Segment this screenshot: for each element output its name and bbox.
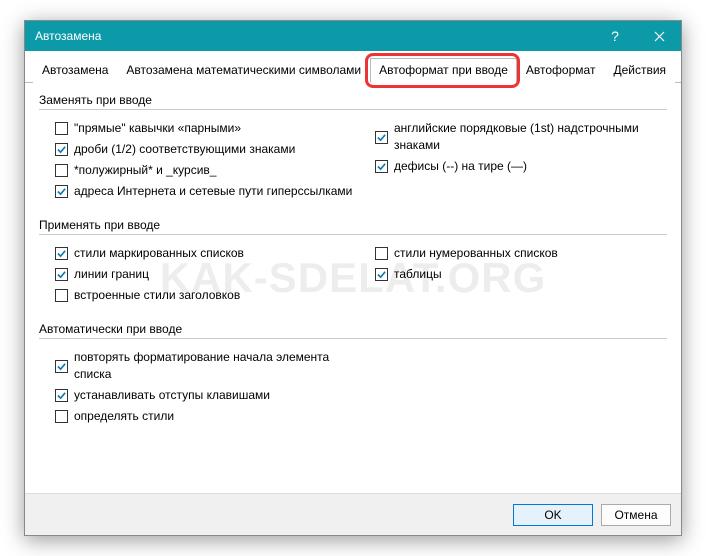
checkbox-icon [55,389,68,402]
opt-builtin-heading[interactable]: встроенные стили заголовков [39,285,359,306]
ok-button[interactable]: OK [513,504,593,526]
dialog-title: Автозамена [35,29,593,43]
opt-bullet-styles[interactable]: стили маркированных списков [39,243,359,264]
opt-border-lines[interactable]: линии границ [39,264,359,285]
autocorrect-dialog: Автозамена ? Автозамена Автозамена матем… [24,20,682,536]
group-replace: Заменять при вводе "прямые" кавычки «пар… [39,93,667,202]
opt-repeat-format[interactable]: повторять форматирование начала элемента… [39,347,359,385]
checkbox-icon [55,268,68,281]
checkbox-icon [375,247,388,260]
tab-row: Автозамена Автозамена математическими си… [25,51,681,83]
opt-set-indents[interactable]: устанавливать отступы клавишами [39,385,359,406]
checkbox-icon [55,185,68,198]
checkbox-icon [55,247,68,260]
tab-actions[interactable]: Действия [604,58,675,83]
opt-ordinals[interactable]: английские порядковые (1st) надстрочными… [359,118,667,156]
opt-bold-italic[interactable]: *полужирный* и _курсив_ [39,160,359,181]
opt-hyperlinks[interactable]: адреса Интернета и сетевые пути гиперссы… [39,181,359,202]
checkbox-icon [55,122,68,135]
group-title: Автоматически при вводе [39,322,667,336]
opt-fractions[interactable]: дроби (1/2) соответствующими знаками [39,139,359,160]
tab-autoformat-vvode[interactable]: Автоформат при вводе [370,58,517,83]
close-button[interactable] [637,21,681,51]
divider [39,338,667,339]
checkbox-icon [375,131,388,144]
opt-tables[interactable]: таблицы [359,264,667,285]
group-auto: Автоматически при вводе повторять формат… [39,322,667,427]
group-title: Применять при вводе [39,218,667,232]
titlebar: Автозамена ? [25,21,681,51]
group-apply: Применять при вводе стили маркированных … [39,218,667,306]
checkbox-icon [375,160,388,173]
checkbox-icon [55,360,68,373]
checkbox-icon [375,268,388,281]
checkbox-icon [55,289,68,302]
tab-autozamena[interactable]: Автозамена [33,58,117,83]
close-icon [654,31,665,42]
divider [39,234,667,235]
tab-autoformat[interactable]: Автоформат [517,58,605,83]
dialog-footer: OK Отмена [25,493,681,535]
opt-define-styles[interactable]: определять стили [39,406,359,427]
checkbox-icon [55,164,68,177]
checkbox-icon [55,143,68,156]
group-title: Заменять при вводе [39,93,667,107]
opt-hyphens[interactable]: дефисы (--) на тире (—) [359,156,667,177]
tab-math[interactable]: Автозамена математическими символами [117,58,370,83]
divider [39,109,667,110]
help-button[interactable]: ? [593,21,637,51]
opt-straight-quotes[interactable]: "прямые" кавычки «парными» [39,118,359,139]
cancel-button[interactable]: Отмена [601,504,671,526]
checkbox-icon [55,410,68,423]
dialog-content: Заменять при вводе "прямые" кавычки «пар… [25,83,681,453]
opt-numbered-styles[interactable]: стили нумерованных списков [359,243,667,264]
